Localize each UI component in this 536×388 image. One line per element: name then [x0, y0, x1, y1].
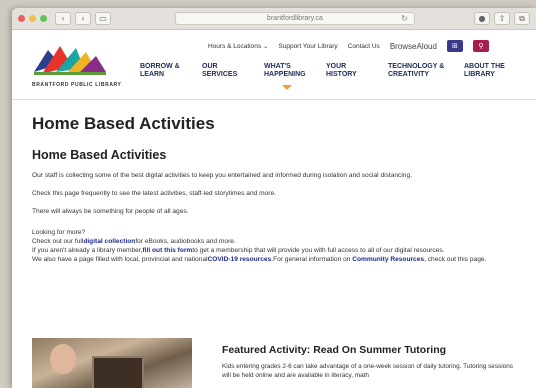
extension-icon[interactable]: ● — [474, 12, 490, 25]
child-figure — [50, 344, 76, 374]
nav-about-library[interactable]: ABOUT THE LIBRARY — [464, 63, 526, 79]
community-resources-link[interactable]: Community Resources — [352, 256, 424, 263]
browser-toolbar: ‹ › ▭ brantfordlibrary.ca ↻ ● ⇧ ⧉ — [12, 8, 536, 30]
main-content: Home Based Activities Home Based Activit… — [12, 114, 536, 264]
reload-icon[interactable]: ↻ — [401, 14, 408, 23]
digital-collection-paragraph: Check out our fulldigital collectionfor … — [32, 238, 236, 245]
url-text: brantfordlibrary.ca — [267, 15, 323, 22]
share-icon[interactable]: ⇧ — [494, 12, 510, 25]
forward-button[interactable]: › — [75, 12, 91, 25]
fill-out-form-link[interactable]: fill out this form — [142, 247, 192, 254]
nav-your-history[interactable]: YOUR HISTORY — [326, 63, 388, 79]
hours-locations-link[interactable]: Hours & Locations ⌄ — [208, 42, 268, 50]
covid-resources-paragraph: We also have a page filled with local, p… — [32, 256, 487, 263]
nav-technology-creativity[interactable]: TECHNOLOGY & CREATIVITY — [388, 63, 464, 79]
minimize-window-button[interactable] — [29, 15, 36, 22]
zoom-window-button[interactable] — [40, 15, 47, 22]
back-button[interactable]: ‹ — [55, 12, 71, 25]
main-nav: BORROW & LEARN OUR SERVICES WHAT'S HAPPE… — [140, 63, 526, 90]
looking-for-more-text: Looking for more? — [32, 229, 86, 236]
browser-window: ‹ › ▭ brantfordlibrary.ca ↻ ● ⇧ ⧉ BRANTF… — [12, 8, 536, 388]
page-title: Home Based Activities — [32, 114, 215, 133]
address-bar[interactable]: brantfordlibrary.ca ↻ — [175, 12, 415, 25]
nav-whats-happening[interactable]: WHAT'S HAPPENING — [264, 63, 326, 90]
site-header: BRANTFORD PUBLIC LIBRARY Hours & Locatio… — [12, 30, 536, 100]
library-logo[interactable]: BRANTFORD PUBLIC LIBRARY — [30, 42, 121, 90]
nav-our-services[interactable]: OUR SERVICES — [202, 63, 264, 79]
logo-wordmark: BRANTFORD PUBLIC LIBRARY — [32, 82, 122, 88]
book-logo-icon — [34, 46, 106, 75]
intro-paragraph: Our staff is collecting some of the best… — [32, 172, 412, 179]
close-window-button[interactable] — [18, 15, 25, 22]
nav-borrow-learn[interactable]: BORROW & LEARN — [140, 63, 202, 79]
screen-frame — [92, 356, 144, 388]
featured-activity-image[interactable] — [32, 338, 192, 388]
search-icon[interactable]: ⚲ — [472, 40, 489, 52]
support-library-link[interactable]: Support Your Library — [278, 43, 337, 50]
contact-us-link[interactable]: Contact Us — [348, 43, 380, 50]
tabs-overview-icon[interactable]: ⧉ — [514, 12, 530, 25]
featured-activity-title[interactable]: Featured Activity: Read On Summer Tutori… — [222, 344, 446, 356]
sidebar-toggle-icon[interactable]: ▭ — [95, 12, 111, 25]
covid-resources-link[interactable]: COVID-19 resources — [207, 256, 271, 263]
browsealoud-link[interactable]: BrowseAloud — [390, 42, 437, 51]
featured-activity-text: Kids entering grades 2-6 can take advant… — [222, 363, 513, 379]
utility-links: Hours & Locations ⌄ Support Your Library… — [208, 40, 489, 52]
translate-icon[interactable]: ⊞ — [446, 40, 463, 52]
section-title: Home Based Activities — [32, 148, 167, 162]
all-ages-paragraph: There will always be something for peopl… — [32, 208, 189, 215]
check-frequently-paragraph: Check this page frequently to see the la… — [32, 190, 276, 197]
digital-collection-link[interactable]: digital collection — [83, 238, 135, 245]
membership-paragraph: If you aren't already a library member,f… — [32, 247, 445, 254]
chevron-down-icon: ⌄ — [262, 43, 269, 50]
